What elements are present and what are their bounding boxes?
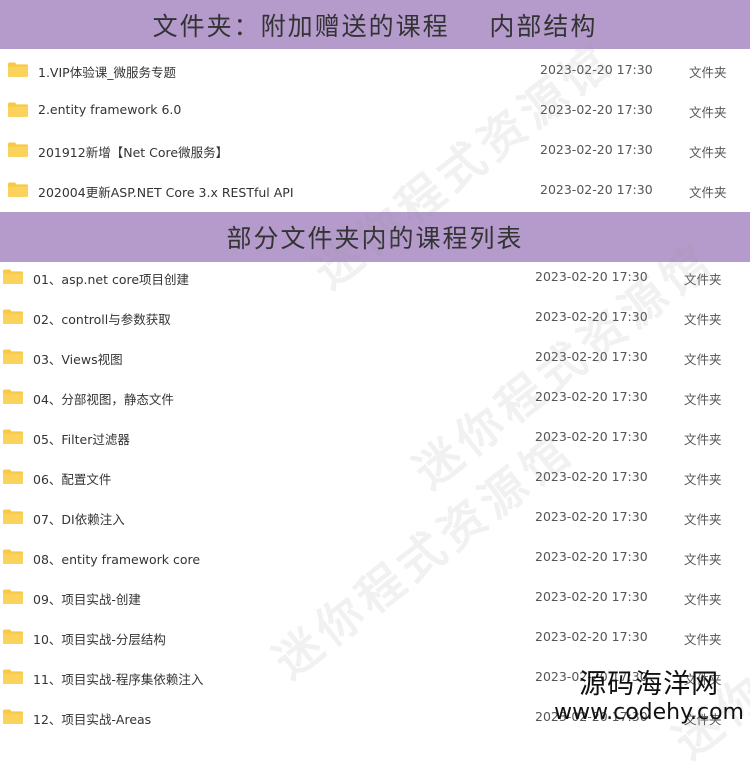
folder-name: 08、entity framework core: [33, 552, 201, 567]
item-type: 文件夹: [684, 432, 722, 447]
folder-icon: [3, 269, 23, 284]
folder-row[interactable]: 02、controll与参数获取 2023-02-20 17:30 文件夹: [0, 297, 750, 337]
folder-icon: [3, 469, 23, 484]
item-type: 文件夹: [684, 312, 722, 327]
folder-list-attached: 1.VIP体验课_微服务专题 2023-02-20 17:30 文件夹 2.enti…: [0, 50, 750, 210]
folder-row[interactable]: 07、DI依赖注入 2023-02-20 17:30 文件夹: [0, 497, 750, 537]
modified-date: 2023-02-20 17:30: [535, 349, 648, 364]
folder-row[interactable]: 10、项目实战-分层结构 2023-02-20 17:30 文件夹: [0, 617, 750, 657]
folder-icon: [3, 509, 23, 524]
folder-name: 03、Views视图: [33, 352, 123, 367]
folder-row[interactable]: 01、asp.net core项目创建 2023-02-20 17:30 文件夹: [0, 257, 750, 297]
folder-icon: [8, 142, 28, 157]
folder-icon: [3, 309, 23, 324]
modified-date: 2023-02-20 17:30: [535, 629, 648, 644]
item-type: 文件夹: [684, 552, 722, 567]
folder-name: 05、Filter过滤器: [33, 432, 130, 447]
modified-date: 2023-02-20 17:30: [535, 589, 648, 604]
folder-row[interactable]: 1.VIP体验课_微服务专题 2023-02-20 17:30 文件夹: [0, 50, 750, 90]
item-type: 文件夹: [684, 512, 722, 527]
folder-icon: [8, 62, 28, 77]
item-type: 文件夹: [689, 145, 727, 160]
item-type: 文件夹: [684, 272, 722, 287]
folder-name: 11、项目实战-程序集依赖注入: [33, 672, 204, 687]
folder-icon: [3, 429, 23, 444]
folder-row[interactable]: 03、Views视图 2023-02-20 17:30 文件夹: [0, 337, 750, 377]
section-banner-course-list: 部分文件夹内的课程列表: [0, 212, 750, 262]
modified-date: 2023-02-20 17:30: [540, 142, 653, 157]
item-type: 文件夹: [684, 352, 722, 367]
folder-list-courses: 01、asp.net core项目创建 2023-02-20 17:30 文件夹 0…: [0, 257, 750, 737]
section-banner-attached-courses: 文件夹：附加赠送的课程 内部结构: [0, 0, 750, 49]
folder-row[interactable]: 202004更新ASP.NET Core 3.x RESTful API 2023…: [0, 170, 750, 210]
folder-icon: [8, 182, 28, 197]
section-title: 部分文件夹内的课程列表: [226, 224, 524, 253]
folder-name: 02、controll与参数获取: [33, 312, 171, 327]
folder-name: 201912新增【Net Core微服务】: [38, 145, 229, 160]
section-title: 文件夹：附加赠送的课程 内部结构: [152, 11, 598, 41]
modified-date: 2023-02-20 17:30: [540, 102, 653, 117]
folder-row[interactable]: 06、配置文件 2023-02-20 17:30 文件夹: [0, 457, 750, 497]
modified-date: 2023-02-20 17:30: [535, 549, 648, 564]
folder-row[interactable]: 201912新增【Net Core微服务】 2023-02-20 17:30 文件夹: [0, 130, 750, 170]
modified-date: 2023-02-20 17:30: [535, 309, 648, 324]
brand-url: www.codehy.com: [554, 700, 744, 725]
item-type: 文件夹: [684, 632, 722, 647]
folder-name: 12、项目实战-Areas: [33, 712, 152, 727]
folder-row[interactable]: 2.entity framework 6.0 2023-02-20 17:30 文件…: [0, 90, 750, 130]
modified-date: 2023-02-20 17:30: [540, 62, 653, 77]
folder-row[interactable]: 04、分部视图，静态文件 2023-02-20 17:30 文件夹: [0, 377, 750, 417]
folder-icon: [3, 669, 23, 684]
folder-icon: [8, 102, 28, 117]
brand-name: 源码海洋网: [579, 669, 720, 700]
folder-name: 04、分部视图，静态文件: [33, 392, 174, 407]
item-type: 文件夹: [684, 592, 722, 607]
folder-name: 09、项目实战-创建: [33, 592, 141, 607]
modified-date: 2023-02-20 17:30: [535, 509, 648, 524]
folder-name: 202004更新ASP.NET Core 3.x RESTful API: [38, 185, 294, 200]
modified-date: 2023-02-20 17:30: [535, 429, 648, 444]
folder-name: 1.VIP体验课_微服务专题: [38, 65, 176, 80]
item-type: 文件夹: [689, 105, 727, 120]
folder-name: 10、项目实战-分层结构: [33, 632, 166, 647]
item-type: 文件夹: [684, 472, 722, 487]
site-brand-watermark: 源码海洋网 www.codehy.com: [554, 670, 744, 726]
item-type: 文件夹: [689, 65, 727, 80]
modified-date: 2023-02-20 17:30: [535, 469, 648, 484]
folder-icon: [3, 549, 23, 564]
folder-icon: [3, 389, 23, 404]
folder-name: 06、配置文件: [33, 472, 112, 487]
modified-date: 2023-02-20 17:30: [535, 269, 648, 284]
folder-name: 01、asp.net core项目创建: [33, 272, 190, 287]
folder-name: 07、DI依赖注入: [33, 512, 125, 527]
folder-icon: [3, 709, 23, 724]
folder-row[interactable]: 05、Filter过滤器 2023-02-20 17:30 文件夹: [0, 417, 750, 457]
modified-date: 2023-02-20 17:30: [535, 389, 648, 404]
item-type: 文件夹: [684, 392, 722, 407]
modified-date: 2023-02-20 17:30: [540, 182, 653, 197]
folder-icon: [3, 629, 23, 644]
folder-row[interactable]: 08、entity framework core 2023-02-20 17:30…: [0, 537, 750, 577]
folder-name: 2.entity framework 6.0: [38, 102, 182, 117]
item-type: 文件夹: [689, 185, 727, 200]
folder-row[interactable]: 09、项目实战-创建 2023-02-20 17:30 文件夹: [0, 577, 750, 617]
folder-icon: [3, 349, 23, 364]
folder-icon: [3, 589, 23, 604]
